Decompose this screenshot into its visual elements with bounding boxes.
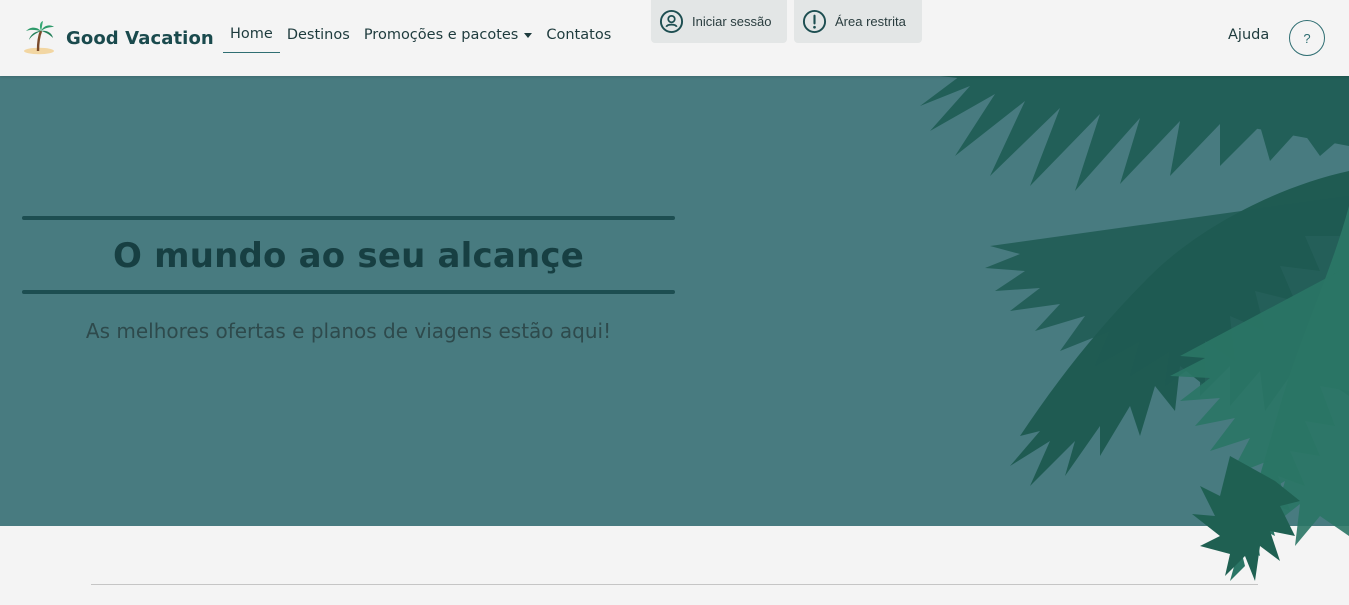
palm-tree-island-icon (24, 21, 54, 55)
hero-banner: O mundo ao seu alcançe As melhores ofert… (0, 76, 1349, 526)
nav-promocoes-dropdown[interactable]: Promoções e pacotes (357, 25, 540, 53)
login-label: Iniciar sessão (692, 14, 772, 29)
caret-down-icon (524, 33, 533, 38)
hero-title: O mundo ao seu alcançe (112, 236, 585, 276)
nav-home[interactable]: Home (223, 24, 280, 53)
login-button[interactable]: Iniciar sessão (651, 0, 787, 43)
restricted-area-button[interactable]: Área restrita (794, 0, 922, 43)
help-question-button[interactable]: ? (1289, 20, 1325, 56)
nav-promocoes-label: Promoções e pacotes (363, 26, 519, 43)
hero-content: O mundo ao seu alcançe As melhores ofert… (22, 216, 675, 343)
help-link[interactable]: Ajuda (1228, 27, 1269, 43)
brand-name: Good Vacation (66, 27, 214, 49)
main-nav: Home Destinos Promoções e pacotes Contat… (223, 24, 618, 53)
hero-bottom-rule (22, 290, 675, 294)
section-divider (91, 584, 1258, 585)
brand-link[interactable]: Good Vacation (22, 20, 214, 56)
hero-subtitle: As melhores ofertas e planos de viagens … (85, 319, 612, 343)
top-navbar: Good Vacation Home Destinos Promoções e … (0, 0, 1349, 76)
nav-contatos[interactable]: Contatos (539, 25, 618, 53)
restricted-area-label: Área restrita (835, 14, 906, 29)
alert-circle-icon (802, 9, 827, 34)
user-circle-icon (659, 9, 684, 34)
nav-destinos[interactable]: Destinos (280, 25, 357, 53)
